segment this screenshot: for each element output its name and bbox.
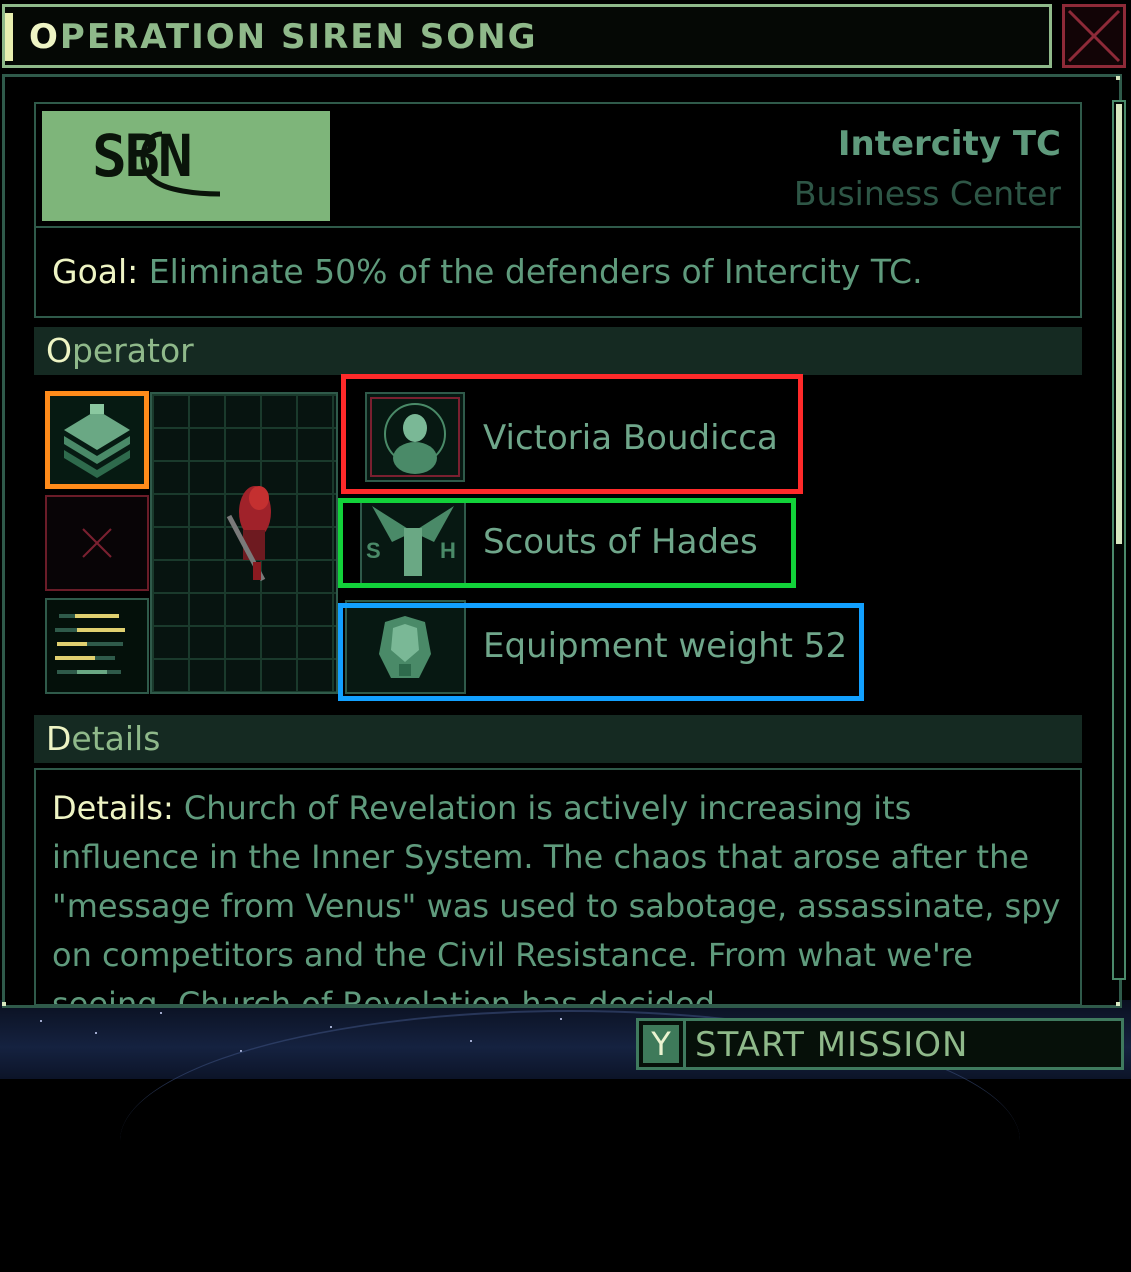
start-mission-button[interactable]: Y START MISSION: [636, 1018, 1124, 1070]
operator-section-header: Operator: [34, 327, 1082, 375]
scrollbar[interactable]: [1112, 100, 1126, 980]
goal-text: Eliminate 50% of the defenders of Interc…: [148, 252, 923, 291]
details-box: Details: Church of Revelation is activel…: [34, 768, 1082, 1006]
key-separator: [683, 1021, 686, 1067]
close-x-icon: [1067, 9, 1121, 63]
start-mission-label: START MISSION: [695, 1025, 969, 1065]
slot-layers[interactable]: [45, 391, 149, 489]
slot-stats[interactable]: [45, 598, 149, 694]
operator-sprite: [226, 486, 271, 582]
location-name: Intercity TC: [837, 124, 1061, 164]
faction-row[interactable]: [338, 498, 796, 588]
location-type: Business Center: [793, 174, 1061, 213]
operator-section-title: Operator: [46, 331, 194, 370]
operator-name-row[interactable]: [341, 374, 803, 494]
close-button[interactable]: [1062, 4, 1126, 68]
header-divider: [36, 226, 1080, 228]
details-section-title: Details: [46, 719, 161, 758]
details-text: Details: Church of Revelation is activel…: [52, 784, 1062, 1006]
equipment-row[interactable]: [338, 603, 864, 701]
logo-text: SBN: [92, 122, 193, 190]
empty-slot-x-icon: [82, 528, 112, 558]
corner-dot: [2, 1002, 6, 1006]
scrollbar-thumb[interactable]: [1116, 104, 1122, 544]
details-body: Church of Revelation is actively increas…: [52, 789, 1061, 1006]
slot-empty[interactable]: [45, 495, 149, 591]
stack-layers-icon: [64, 404, 130, 478]
window-title: OPERATION SIREN SONG: [29, 17, 538, 57]
details-label: Details:: [52, 789, 174, 827]
goal-label: Goal:: [52, 252, 139, 291]
details-section-header: Details: [34, 715, 1082, 763]
window-title-bar: OPERATION SIREN SONG: [2, 4, 1052, 68]
key-hint-y: Y: [643, 1025, 679, 1063]
corner-dot: [1116, 76, 1120, 80]
goal-line: Goal: Eliminate 50% of the defenders of …: [52, 252, 923, 291]
corner-dot: [1116, 1002, 1120, 1006]
